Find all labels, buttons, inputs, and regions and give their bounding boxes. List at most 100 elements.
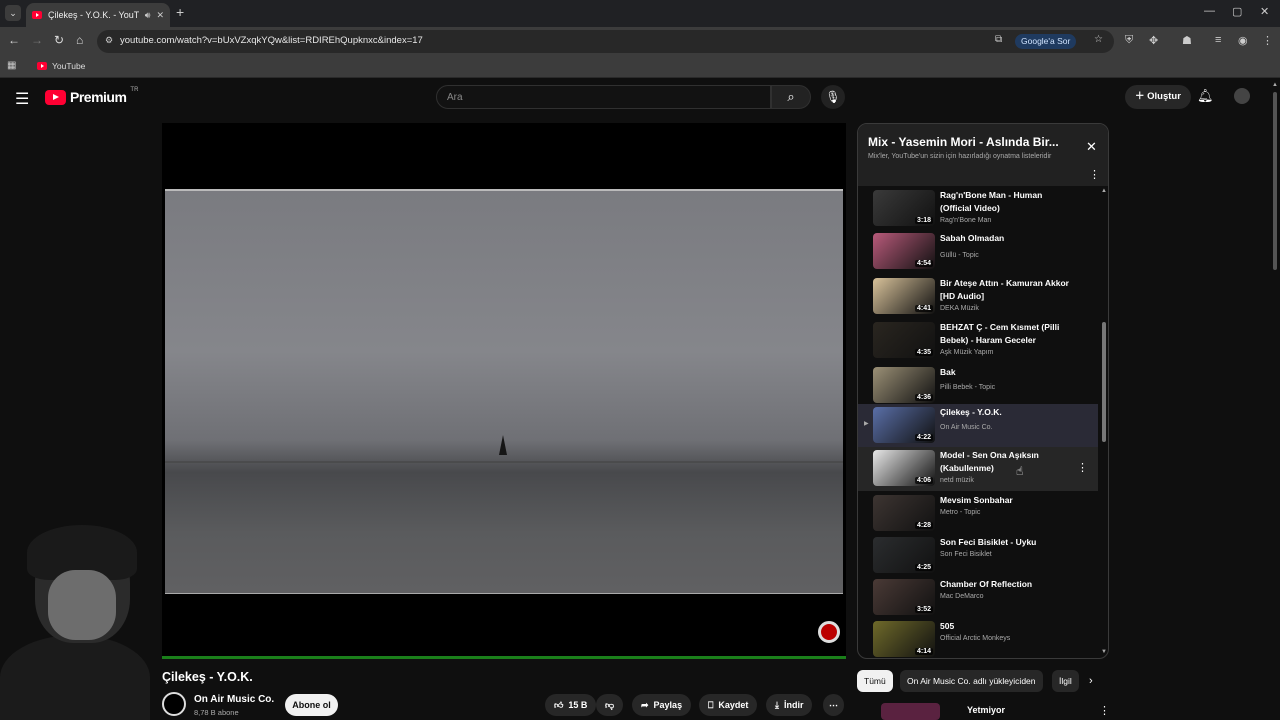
- new-tab-plus-icon[interactable]: +: [176, 4, 184, 20]
- playlist-item-thumbnail[interactable]: 4:22: [873, 407, 935, 443]
- profile-icon[interactable]: ◉: [1238, 34, 1248, 47]
- playlist-item-more-icon[interactable]: ⋮: [1077, 461, 1088, 474]
- dislike-button[interactable]: 👎︎: [596, 694, 624, 716]
- scroll-up-arrow-icon[interactable]: ▲: [1101, 188, 1107, 194]
- like-button[interactable]: 👍︎ 15 B: [545, 694, 597, 716]
- share-button[interactable]: ➦ Paylaş: [632, 694, 692, 716]
- playlist-item-thumbnail[interactable]: 3:18: [873, 190, 935, 226]
- bookmark-youtube[interactable]: YouTube: [37, 61, 85, 71]
- search-placeholder: Ara: [447, 92, 463, 103]
- recommendation-thumbnail[interactable]: [881, 703, 940, 720]
- playlist-title[interactable]: Mix - Yasemin Mori - Aslında Bir...: [868, 135, 1059, 149]
- playlist-item-duration: 4:28: [914, 522, 933, 529]
- recommendation-more-icon[interactable]: ⋮: [1099, 704, 1110, 717]
- chip-all[interactable]: Tümü: [857, 670, 893, 692]
- playlist-item-thumbnail[interactable]: 4:54: [873, 233, 935, 269]
- video-player[interactable]: [162, 123, 846, 659]
- save-button[interactable]: ⎕ Kaydet: [699, 694, 758, 716]
- playlist-item-thumbnail[interactable]: 4:36: [873, 367, 935, 403]
- site-info-icon[interactable]: ⚙: [105, 35, 113, 46]
- channel-name[interactable]: On Air Music Co.: [194, 694, 274, 705]
- playlist-item-duration: 4:22: [914, 434, 933, 441]
- youtube-premium-logo[interactable]: Premium TR: [45, 87, 139, 105]
- playlist-item-thumbnail[interactable]: 3:52: [873, 579, 935, 615]
- playlist-more-icon[interactable]: ⋮: [1089, 168, 1100, 181]
- youtube-logo-icon: [45, 89, 66, 105]
- media-controls-icon[interactable]: ≡: [1215, 34, 1221, 46]
- playlist-item[interactable]: 4:54 Sabah Olmadan Güllü - Topic: [858, 230, 1098, 274]
- download-icon: ⤓: [775, 700, 779, 710]
- playlist-scrollbar-thumb[interactable]: [1102, 322, 1106, 442]
- scroll-down-arrow-icon[interactable]: ▼: [1101, 649, 1107, 655]
- playlist-item-thumbnail[interactable]: 4:06: [873, 450, 935, 486]
- notification-bell-icon[interactable]: 🔔︎: [1197, 88, 1214, 104]
- playlist-item-duration: 4:35: [914, 349, 933, 356]
- hamburger-menu-icon[interactable]: ☰: [15, 89, 29, 109]
- logo-region: TR: [130, 87, 139, 93]
- home-icon[interactable]: ⌂: [76, 33, 83, 47]
- create-button[interactable]: ＋ Oluştur: [1125, 85, 1191, 109]
- minimize-icon[interactable]: —: [1204, 5, 1215, 17]
- playlist-item-thumbnail[interactable]: 4:41: [873, 278, 935, 314]
- playlist-item[interactable]: 4:25 Son Feci Bisiklet - Uyku Son Feci Bis…: [858, 534, 1098, 578]
- browser-menu-icon[interactable]: ⋮: [1262, 34, 1273, 47]
- more-actions-button[interactable]: ⋯: [823, 694, 844, 716]
- window-close-icon[interactable]: ✕: [1260, 5, 1269, 18]
- playlist-item[interactable]: 3:18 Rag'n'Bone Man - Human (Official Vid…: [858, 187, 1098, 231]
- playlist-item[interactable]: 4:06 Model - Sen Ona Aşıksın (Kabullenme)…: [858, 447, 1098, 491]
- apps-grid-icon[interactable]: ▦: [7, 60, 16, 71]
- now-playing-icon: ▶: [864, 421, 869, 427]
- incognito-icon[interactable]: ☗: [1182, 34, 1192, 47]
- playlist-item-duration: 3:18: [914, 217, 933, 224]
- maximize-icon[interactable]: ▢: [1232, 5, 1242, 18]
- tab-title: Çilekeş - Y.O.K. - YouTube: [48, 10, 139, 20]
- playlist-item[interactable]: ▶ 4:22 Çilekeş - Y.O.K. On Air Music Co.: [858, 404, 1098, 448]
- shield-extension-icon[interactable]: ⛨: [1125, 34, 1133, 47]
- playlist-item[interactable]: 3:52 Chamber Of Reflection Mac DeMarco: [858, 576, 1098, 620]
- recommendation-title[interactable]: Yetmiyor: [967, 705, 1005, 715]
- page-scrollbar-thumb[interactable]: [1273, 92, 1277, 270]
- playlist-item-channel: netd müzik: [940, 477, 974, 484]
- search-icon[interactable]: ⌕: [771, 85, 811, 109]
- account-avatar[interactable]: [1234, 88, 1250, 104]
- video-progress-bar[interactable]: [162, 656, 846, 659]
- close-tab-icon[interactable]: ✕: [156, 10, 164, 21]
- playlist-item-thumbnail[interactable]: 4:14: [873, 621, 935, 657]
- microphone-icon[interactable]: 🎙︎: [821, 85, 845, 109]
- subscribe-button[interactable]: Abone ol: [285, 694, 338, 716]
- bookmark-icon: ⎕: [708, 700, 714, 710]
- playlist-item[interactable]: 4:41 Bir Ateşe Attın - Kamuran Akkor [HD …: [858, 275, 1098, 319]
- install-app-icon[interactable]: ⧉: [995, 34, 1002, 45]
- google-ask-button[interactable]: Google'a Sor: [1015, 34, 1077, 49]
- playlist-item[interactable]: 4:14 505 Official Arctic Monkeys: [858, 618, 1098, 658]
- playlist-item[interactable]: 4:28 Mevsim Sonbahar Metro - Topic: [858, 492, 1098, 536]
- back-arrow-icon[interactable]: ←: [8, 33, 20, 47]
- speaker-icon[interactable]: 🔊︎: [145, 10, 151, 21]
- playlist-item[interactable]: 4:36 Bak Pilli Bebek - Topic: [858, 364, 1098, 408]
- close-playlist-icon[interactable]: ✕: [1086, 139, 1097, 155]
- reload-icon[interactable]: ↻: [54, 33, 64, 47]
- download-button[interactable]: ⤓ İndir: [766, 694, 813, 716]
- chevron-right-icon[interactable]: ›: [1089, 675, 1093, 687]
- bookmark-star-icon[interactable]: ☆: [1094, 34, 1103, 45]
- channel-avatar[interactable]: [162, 692, 186, 716]
- chip-uploader[interactable]: On Air Music Co. adlı yükleyiciden: [900, 670, 1043, 692]
- address-bar[interactable]: ⚙ youtube.com/watch?v=bUxVZxqkYQw&list=R…: [97, 30, 1114, 53]
- browser-tab-active[interactable]: Çilekeş - Y.O.K. - YouTube 🔊︎ ✕: [26, 3, 170, 27]
- page-scroll-up-icon[interactable]: ▲: [1272, 82, 1278, 88]
- playlist-item-channel: On Air Music Co.: [940, 424, 993, 431]
- playlist-item-thumbnail[interactable]: 4:28: [873, 495, 935, 531]
- playlist-item-thumbnail[interactable]: 4:25: [873, 537, 935, 573]
- extensions-puzzle-icon[interactable]: ✥: [1149, 34, 1158, 47]
- tab-search-chevron-icon[interactable]: ⌄: [5, 5, 21, 21]
- search-input[interactable]: Ara: [436, 85, 771, 109]
- forward-arrow-icon[interactable]: →: [31, 33, 43, 47]
- url-text[interactable]: youtube.com/watch?v=bUxVZxqkYQw&list=RDI…: [120, 35, 423, 46]
- playlist-item-duration: 3:52: [914, 606, 933, 613]
- playlist-item-thumbnail[interactable]: 4:35: [873, 322, 935, 358]
- share-arrow-icon: ➦: [641, 700, 649, 710]
- chip-related[interactable]: İlgil: [1052, 670, 1079, 692]
- like-count: 15 B: [568, 700, 588, 710]
- save-label: Kaydet: [718, 700, 749, 710]
- playlist-item[interactable]: 4:35 BEHZAT Ç - Cem Kısmet (Pilli Bebek) …: [858, 319, 1098, 363]
